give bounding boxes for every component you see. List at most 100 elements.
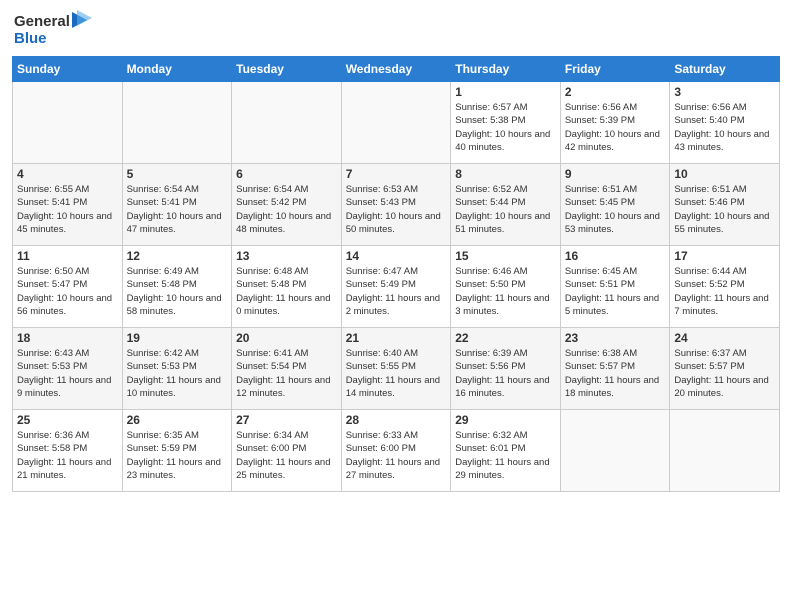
calendar-cell: 29 Sunrise: 6:32 AMSunset: 6:01 PMDayligh… — [451, 410, 561, 492]
logo: GeneralBlue — [12, 10, 102, 48]
day-number: 12 — [127, 249, 228, 263]
day-info: Sunrise: 6:37 AMSunset: 5:57 PMDaylight:… — [674, 347, 775, 400]
day-info: Sunrise: 6:49 AMSunset: 5:48 PMDaylight:… — [127, 265, 228, 318]
day-number: 21 — [346, 331, 447, 345]
calendar-cell: 28 Sunrise: 6:33 AMSunset: 6:00 PMDayligh… — [341, 410, 451, 492]
day-number: 24 — [674, 331, 775, 345]
calendar-cell: 5 Sunrise: 6:54 AMSunset: 5:41 PMDaylight… — [122, 164, 232, 246]
day-number: 5 — [127, 167, 228, 181]
calendar-cell: 4 Sunrise: 6:55 AMSunset: 5:41 PMDaylight… — [13, 164, 123, 246]
weekday-header-monday: Monday — [122, 57, 232, 82]
day-info: Sunrise: 6:36 AMSunset: 5:58 PMDaylight:… — [17, 429, 118, 482]
calendar-cell — [670, 410, 780, 492]
calendar-cell — [13, 82, 123, 164]
weekday-header-friday: Friday — [560, 57, 670, 82]
page-container: GeneralBlue SundayMondayTuesdayWednesday… — [0, 0, 792, 612]
svg-text:Blue: Blue — [14, 30, 47, 47]
day-info: Sunrise: 6:56 AMSunset: 5:39 PMDaylight:… — [565, 101, 666, 154]
day-info: Sunrise: 6:46 AMSunset: 5:50 PMDaylight:… — [455, 265, 556, 318]
day-number: 1 — [455, 85, 556, 99]
weekday-header-wednesday: Wednesday — [341, 57, 451, 82]
day-number: 18 — [17, 331, 118, 345]
calendar-cell: 16 Sunrise: 6:45 AMSunset: 5:51 PMDayligh… — [560, 246, 670, 328]
calendar-cell: 17 Sunrise: 6:44 AMSunset: 5:52 PMDayligh… — [670, 246, 780, 328]
week-row-2: 11Sunrise: 6:50 AMSunset: 5:47 PMDayligh… — [13, 246, 780, 328]
calendar-cell — [341, 82, 451, 164]
day-number: 28 — [346, 413, 447, 427]
day-number: 6 — [236, 167, 337, 181]
day-number: 16 — [565, 249, 666, 263]
calendar-cell: 14Sunrise: 6:47 AMSunset: 5:49 PMDayligh… — [341, 246, 451, 328]
day-info: Sunrise: 6:34 AMSunset: 6:00 PMDaylight:… — [236, 429, 337, 482]
day-number: 14 — [346, 249, 447, 263]
calendar-cell: 15 Sunrise: 6:46 AMSunset: 5:50 PMDayligh… — [451, 246, 561, 328]
day-info: Sunrise: 6:48 AMSunset: 5:48 PMDaylight:… — [236, 265, 337, 318]
day-info: Sunrise: 6:38 AMSunset: 5:57 PMDaylight:… — [565, 347, 666, 400]
day-number: 26 — [127, 413, 228, 427]
calendar-cell — [560, 410, 670, 492]
svg-text:General: General — [14, 13, 70, 30]
day-number: 4 — [17, 167, 118, 181]
calendar-header: SundayMondayTuesdayWednesdayThursdayFrid… — [13, 57, 780, 82]
day-info: Sunrise: 6:44 AMSunset: 5:52 PMDaylight:… — [674, 265, 775, 318]
day-number: 29 — [455, 413, 556, 427]
calendar-cell: 10 Sunrise: 6:51 AMSunset: 5:46 PMDayligh… — [670, 164, 780, 246]
day-number: 25 — [17, 413, 118, 427]
calendar-cell: 21 Sunrise: 6:40 AMSunset: 5:55 PMDayligh… — [341, 328, 451, 410]
day-number: 15 — [455, 249, 556, 263]
calendar-cell: 2 Sunrise: 6:56 AMSunset: 5:39 PMDaylight… — [560, 82, 670, 164]
day-number: 17 — [674, 249, 775, 263]
calendar-cell: 22Sunrise: 6:39 AMSunset: 5:56 PMDayligh… — [451, 328, 561, 410]
calendar-cell: 19 Sunrise: 6:42 AMSunset: 5:53 PMDayligh… — [122, 328, 232, 410]
header: GeneralBlue — [12, 10, 780, 48]
day-number: 2 — [565, 85, 666, 99]
calendar-cell: 7 Sunrise: 6:53 AMSunset: 5:43 PMDaylight… — [341, 164, 451, 246]
calendar-cell — [122, 82, 232, 164]
day-number: 3 — [674, 85, 775, 99]
week-row-1: 4 Sunrise: 6:55 AMSunset: 5:41 PMDaylight… — [13, 164, 780, 246]
calendar-cell — [232, 82, 342, 164]
day-info: Sunrise: 6:54 AMSunset: 5:41 PMDaylight:… — [127, 183, 228, 236]
day-number: 22 — [455, 331, 556, 345]
weekday-header-sunday: Sunday — [13, 57, 123, 82]
calendar-cell: 24 Sunrise: 6:37 AMSunset: 5:57 PMDayligh… — [670, 328, 780, 410]
week-row-0: 1 Sunrise: 6:57 AMSunset: 5:38 PMDaylight… — [13, 82, 780, 164]
day-info: Sunrise: 6:53 AMSunset: 5:43 PMDaylight:… — [346, 183, 447, 236]
calendar-cell: 23Sunrise: 6:38 AMSunset: 5:57 PMDayligh… — [560, 328, 670, 410]
weekday-header-saturday: Saturday — [670, 57, 780, 82]
calendar-cell: 1 Sunrise: 6:57 AMSunset: 5:38 PMDaylight… — [451, 82, 561, 164]
day-number: 11 — [17, 249, 118, 263]
day-info: Sunrise: 6:45 AMSunset: 5:51 PMDaylight:… — [565, 265, 666, 318]
calendar-cell: 8 Sunrise: 6:52 AMSunset: 5:44 PMDaylight… — [451, 164, 561, 246]
weekday-header-tuesday: Tuesday — [232, 57, 342, 82]
day-info: Sunrise: 6:35 AMSunset: 5:59 PMDaylight:… — [127, 429, 228, 482]
day-info: Sunrise: 6:52 AMSunset: 5:44 PMDaylight:… — [455, 183, 556, 236]
day-info: Sunrise: 6:51 AMSunset: 5:45 PMDaylight:… — [565, 183, 666, 236]
calendar-cell: 25 Sunrise: 6:36 AMSunset: 5:58 PMDayligh… — [13, 410, 123, 492]
day-number: 19 — [127, 331, 228, 345]
day-info: Sunrise: 6:41 AMSunset: 5:54 PMDaylight:… — [236, 347, 337, 400]
day-info: Sunrise: 6:43 AMSunset: 5:53 PMDaylight:… — [17, 347, 118, 400]
day-number: 13 — [236, 249, 337, 263]
calendar-cell: 3Sunrise: 6:56 AMSunset: 5:40 PMDaylight… — [670, 82, 780, 164]
day-number: 27 — [236, 413, 337, 427]
day-info: Sunrise: 6:32 AMSunset: 6:01 PMDaylight:… — [455, 429, 556, 482]
day-number: 8 — [455, 167, 556, 181]
day-info: Sunrise: 6:42 AMSunset: 5:53 PMDaylight:… — [127, 347, 228, 400]
weekday-header-row: SundayMondayTuesdayWednesdayThursdayFrid… — [13, 57, 780, 82]
day-number: 7 — [346, 167, 447, 181]
calendar-cell: 27 Sunrise: 6:34 AMSunset: 6:00 PMDayligh… — [232, 410, 342, 492]
day-info: Sunrise: 6:54 AMSunset: 5:42 PMDaylight:… — [236, 183, 337, 236]
day-info: Sunrise: 6:55 AMSunset: 5:41 PMDaylight:… — [17, 183, 118, 236]
day-number: 9 — [565, 167, 666, 181]
calendar-cell: 26 Sunrise: 6:35 AMSunset: 5:59 PMDayligh… — [122, 410, 232, 492]
calendar-cell: 13 Sunrise: 6:48 AMSunset: 5:48 PMDayligh… — [232, 246, 342, 328]
day-info: Sunrise: 6:33 AMSunset: 6:00 PMDaylight:… — [346, 429, 447, 482]
day-info: Sunrise: 6:57 AMSunset: 5:38 PMDaylight:… — [455, 101, 556, 154]
calendar-cell: 6 Sunrise: 6:54 AMSunset: 5:42 PMDaylight… — [232, 164, 342, 246]
day-number: 10 — [674, 167, 775, 181]
day-number: 20 — [236, 331, 337, 345]
day-info: Sunrise: 6:40 AMSunset: 5:55 PMDaylight:… — [346, 347, 447, 400]
day-info: Sunrise: 6:51 AMSunset: 5:46 PMDaylight:… — [674, 183, 775, 236]
calendar-cell: 12 Sunrise: 6:49 AMSunset: 5:48 PMDayligh… — [122, 246, 232, 328]
